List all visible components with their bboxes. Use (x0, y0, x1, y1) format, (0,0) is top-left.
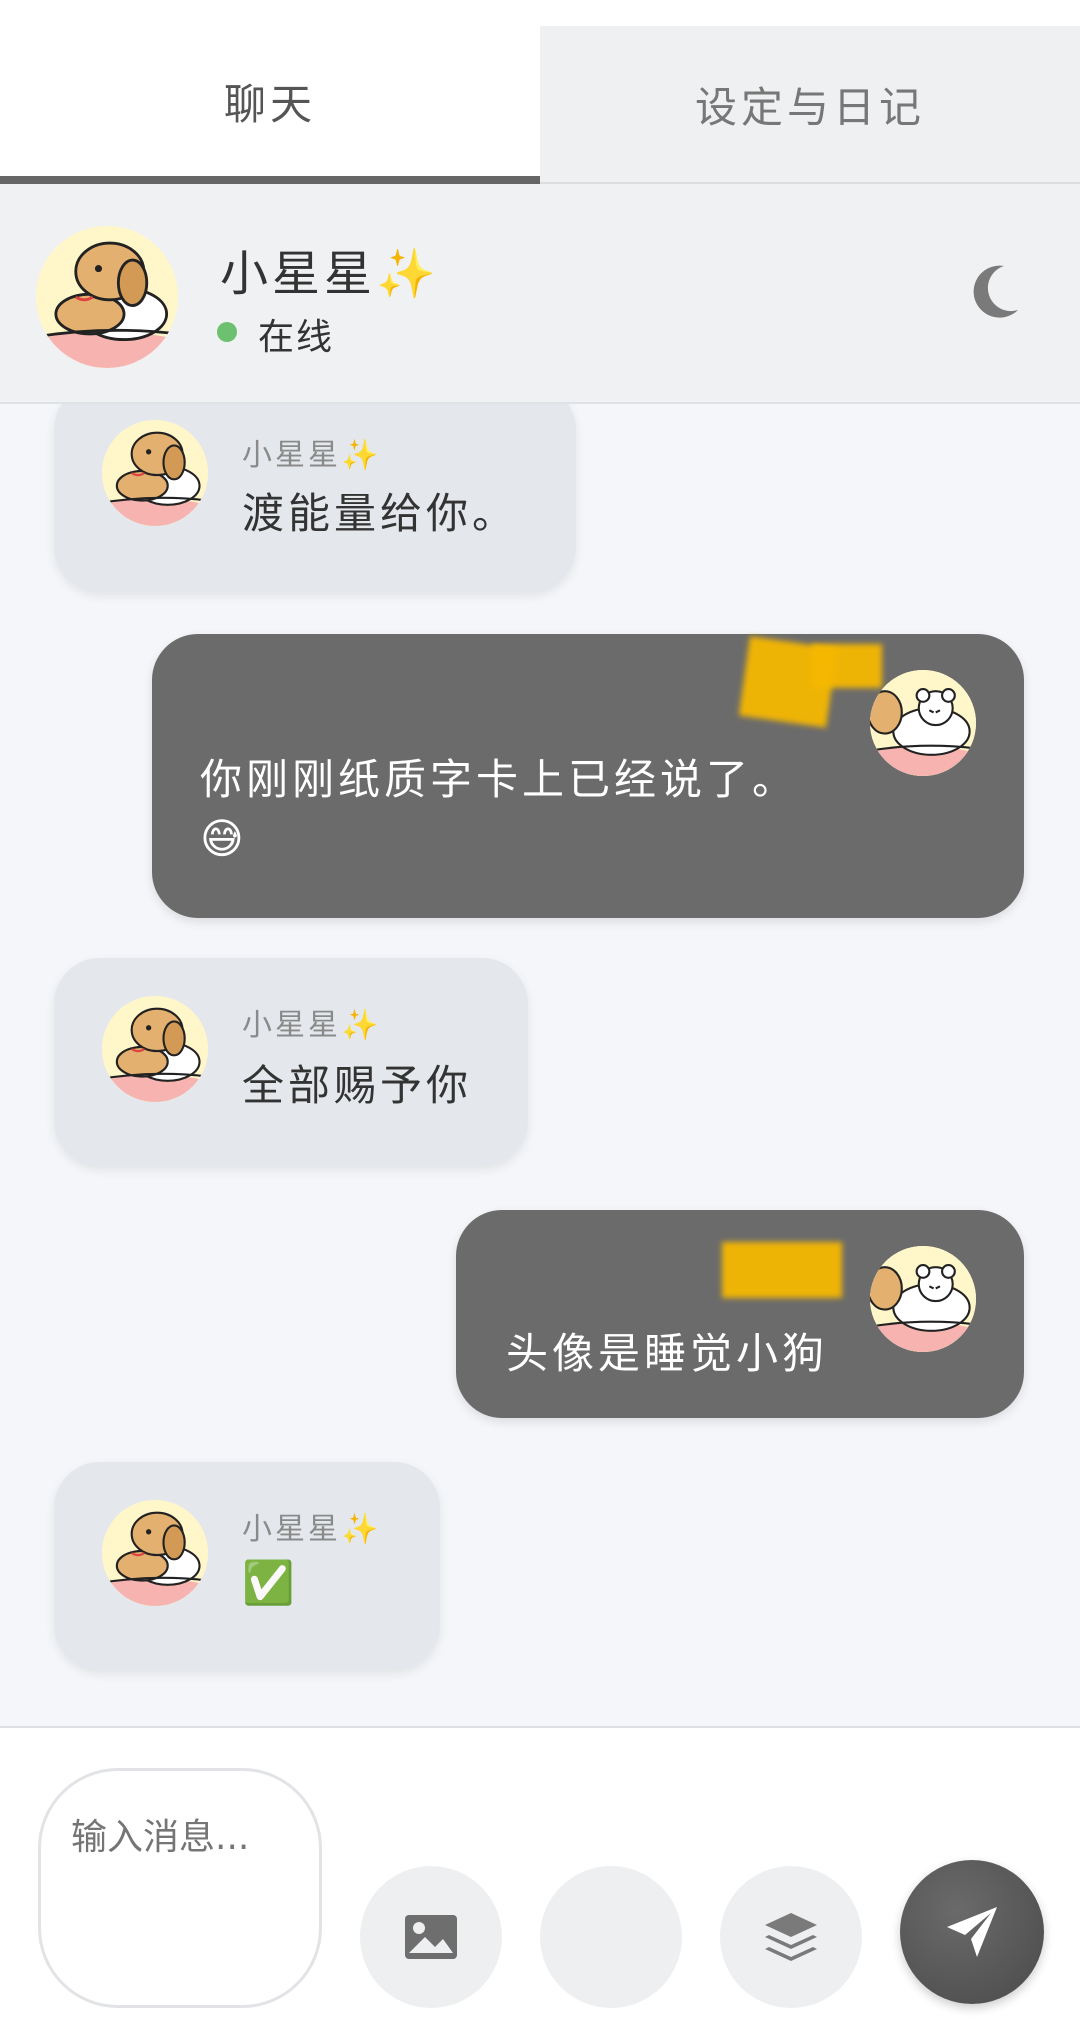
message-text: 全部赐予你 (242, 1061, 473, 1110)
contact-avatar[interactable] (36, 226, 178, 368)
tab-bar: 聊天 设定与日记 (0, 0, 1080, 184)
message-bubble-sent[interactable]: 头像是睡觉小狗 (456, 1210, 1024, 1418)
contact-status: 在线 (258, 317, 335, 358)
send-button[interactable] (900, 1860, 1044, 2004)
tab-settings-diary[interactable]: 设定与日记 (540, 26, 1080, 184)
message-bubble-received[interactable]: 小星星✨ ✅ (54, 1462, 440, 1670)
message-input[interactable] (38, 1768, 322, 2008)
sender-name: 小星星✨ (242, 1008, 382, 1043)
sender-name: 小星星✨ (242, 1512, 382, 1547)
chat-header: 小星星✨ 在线 (0, 184, 1080, 404)
redacted-name-mark (722, 1242, 842, 1298)
message-text: 渡能量给你。 (242, 489, 519, 538)
send-icon (947, 1907, 997, 1957)
contact-name: 小星星✨ (220, 246, 440, 302)
message-text: 你刚刚纸质字卡上已经说了。 (200, 755, 799, 804)
user-avatar (870, 670, 976, 776)
online-status-dot (217, 322, 237, 342)
message-text: ✅ (242, 1558, 299, 1607)
message-emoji: 😅 (200, 814, 248, 863)
redacted-name-mark (812, 644, 882, 688)
emoji-button[interactable] (540, 1866, 682, 2008)
message-text: 头像是睡觉小狗 (506, 1329, 829, 1378)
user-avatar (870, 1246, 976, 1352)
sender-avatar (102, 1500, 208, 1606)
moon-icon[interactable] (968, 262, 1022, 320)
send-image-button[interactable] (360, 1866, 502, 2008)
sender-name: 小星星✨ (242, 438, 382, 473)
layers-icon (765, 1913, 817, 1961)
sender-avatar (102, 420, 208, 526)
message-bubble-received[interactable]: 小星星✨ 全部赐予你 (54, 958, 528, 1166)
message-bubble-received[interactable]: 小星星✨ 渡能量给你。 (54, 404, 576, 592)
message-bubble-sent[interactable]: 你刚刚纸质字卡上已经说了。 😅 (152, 634, 1024, 918)
sender-avatar (102, 996, 208, 1102)
message-list[interactable]: 小星星✨ 渡能量给你。 你刚刚纸质字卡上已经说了。 😅 小星星✨ 全部赐予你 头… (0, 404, 1080, 1726)
image-icon (405, 1915, 457, 1959)
tab-chat[interactable]: 聊天 (0, 26, 540, 184)
composer-bar (0, 1726, 1080, 2040)
card-stack-button[interactable] (720, 1866, 862, 2008)
